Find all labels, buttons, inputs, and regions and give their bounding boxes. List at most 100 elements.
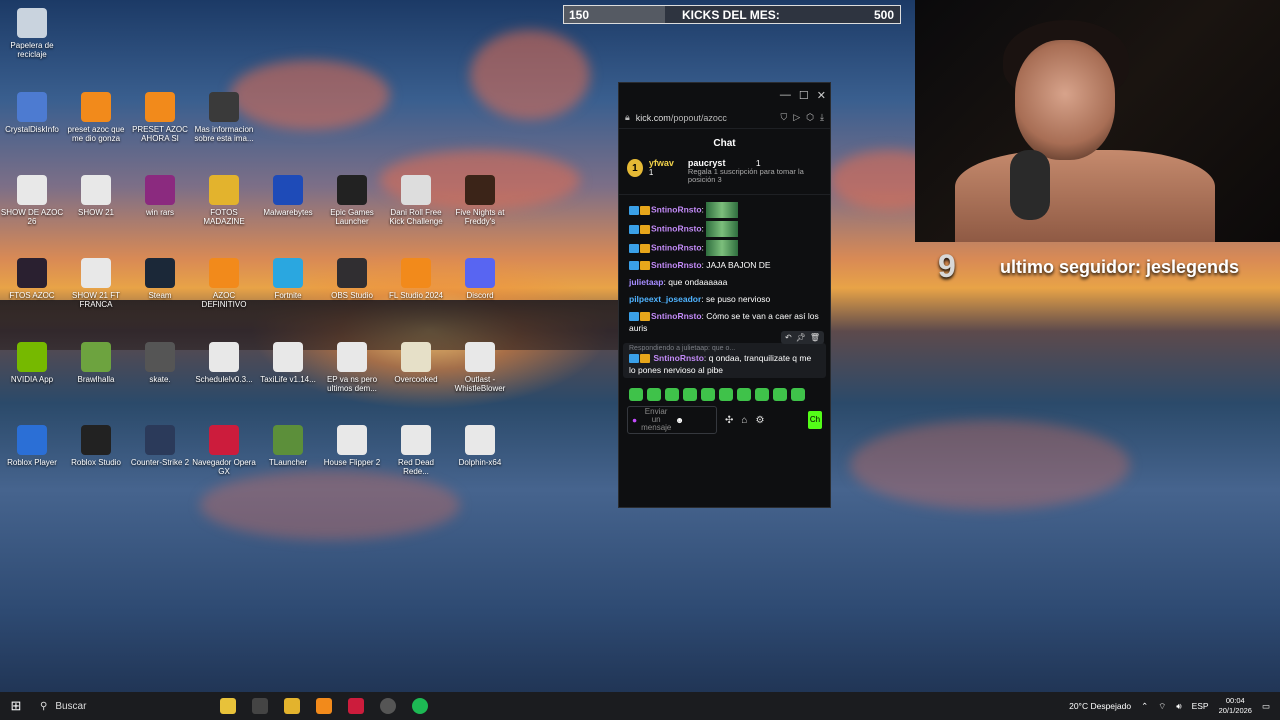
emote-icon[interactable] — [791, 388, 805, 401]
chat-username[interactable]: SntinoRnsto — [651, 260, 702, 270]
windows-start-icon[interactable]: ⊞ — [0, 698, 32, 714]
emote-icon[interactable] — [701, 388, 715, 401]
emote-icon[interactable] — [683, 388, 697, 401]
desktop-shortcut[interactable]: CrystalDiskInfo — [0, 92, 64, 134]
desktop-shortcut[interactable]: OBS Studio — [320, 258, 384, 300]
emote-icon[interactable] — [665, 388, 679, 401]
desktop-shortcut[interactable]: Papelera de reciclaje — [0, 8, 64, 59]
chat-username[interactable]: SntinoRnsto — [651, 242, 702, 252]
desktop-shortcut[interactable]: FL Studio 2024 — [384, 258, 448, 300]
desktop-shortcut[interactable]: Outlast - WhistleBlower — [448, 342, 512, 393]
desktop-shortcut[interactable]: FTOS AZOC — [0, 258, 64, 300]
emote-icon[interactable] — [629, 388, 643, 401]
chat-input[interactable]: ● Enviar un mensaje ☻ — [627, 406, 717, 434]
desktop-shortcut[interactable]: Malwarebytes — [256, 175, 320, 217]
chat-username[interactable]: SntinoRnsto — [651, 204, 702, 214]
mic-icon[interactable]: ● — [632, 415, 637, 425]
desktop-shortcut[interactable]: Discord — [448, 258, 512, 300]
desktop-shortcut[interactable]: SHOW 21 FT FRANCA — [64, 258, 128, 309]
desktop-shortcut-label: House Flipper 2 — [323, 458, 381, 467]
desktop-shortcut[interactable]: Roblox Studio — [64, 425, 128, 467]
chat-message[interactable]: pilpeext_joseador: se puso nervioso — [629, 293, 820, 307]
volume-icon[interactable]: 🔊︎ — [1176, 701, 1181, 712]
desktop-shortcut[interactable]: SHOW DE AZOC 26 — [0, 175, 64, 226]
taskbar-search[interactable]: ⚲ Buscar — [32, 695, 212, 717]
emote-icon[interactable] — [737, 388, 751, 401]
desktop-shortcut[interactable]: TLauncher — [256, 425, 320, 467]
desktop-shortcut[interactable]: EP va ns pero ultimos dem... — [320, 342, 384, 393]
language-indicator[interactable]: ESP — [1192, 701, 1209, 711]
opera-gx-icon[interactable] — [340, 694, 372, 718]
desktop-shortcut[interactable]: TaxiLife v1.14... — [256, 342, 320, 384]
chat-username[interactable]: SntinoRnsto — [653, 353, 704, 363]
play-icon[interactable]: ▷ — [793, 112, 800, 123]
pin-icon[interactable]: 📌︎ — [796, 333, 806, 342]
gifter-name[interactable]: yfwav — [649, 158, 674, 168]
desktop-shortcut[interactable]: NVIDIA App — [0, 342, 64, 384]
desktop-shortcut[interactable]: Dolphin-x64 — [448, 425, 512, 467]
desktop-shortcut[interactable]: Counter-Strike 2 — [128, 425, 192, 467]
extensions-icon[interactable]: ⬡ — [806, 112, 814, 123]
weather-widget[interactable]: 20°C Despejado — [1069, 701, 1131, 711]
chat-message[interactable]: SntinoRnsto: — [629, 202, 820, 218]
emote-icon[interactable] — [647, 388, 661, 401]
notifications-icon[interactable]: ▭ — [1262, 701, 1270, 712]
fl-studio-icon[interactable] — [308, 694, 340, 718]
chat-message[interactable]: julietaap: que ondaaaaaa — [629, 276, 820, 290]
close-icon[interactable]: ✕ — [817, 89, 826, 102]
store-icon[interactable]: ⌂ — [741, 415, 747, 426]
file-explorer-icon[interactable] — [276, 694, 308, 718]
desktop-shortcut[interactable]: Navegador Opera GX — [192, 425, 256, 476]
desktop-shortcut[interactable]: Fortnite — [256, 258, 320, 300]
minimize-icon[interactable]: — — [780, 89, 791, 101]
desktop-shortcut[interactable]: Steam — [128, 258, 192, 300]
desktop-shortcut[interactable]: ScheduleIv0.3... — [192, 342, 256, 384]
delete-icon[interactable]: 🗑︎ — [810, 333, 820, 342]
download-icon[interactable]: ⤓ — [820, 112, 824, 123]
reply-icon[interactable]: ↶ — [785, 333, 792, 342]
desktop-shortcut[interactable]: FOTOS MADAZINE — [192, 175, 256, 226]
desktop-shortcut[interactable]: SHOW 21 — [64, 175, 128, 217]
skate-icon — [145, 342, 175, 372]
gift-icon[interactable]: ✣ — [725, 415, 733, 426]
hovered-message[interactable]: ↶ 📌︎ 🗑︎ Respondiendo a julietaap: que o.… — [623, 331, 826, 378]
chat-message[interactable]: SntinoRnsto: JAJA BAJON DE — [629, 259, 820, 273]
desktop-shortcut[interactable]: Brawlhalla — [64, 342, 128, 384]
chat-username[interactable]: julietaap — [629, 277, 663, 287]
desktop-shortcut[interactable]: win rars — [128, 175, 192, 217]
chat-username[interactable]: SntinoRnsto — [651, 223, 702, 233]
chat-username[interactable]: pilpeext_joseador — [629, 294, 701, 304]
desktop-shortcut[interactable]: AZOC DEFINITIVO — [192, 258, 256, 309]
emote-icon[interactable] — [773, 388, 787, 401]
obs-icon[interactable] — [372, 694, 404, 718]
network-icon[interactable]: ⌔ — [1158, 701, 1166, 712]
url-text[interactable]: kick.com/popout/azocc — [636, 113, 775, 123]
chat-message[interactable]: SntinoRnsto: — [629, 240, 820, 256]
desktop-shortcut[interactable]: preset azoc que me dio gonza — [64, 92, 128, 143]
message-actions: ↶ 📌︎ 🗑︎ — [780, 331, 824, 344]
desktop-shortcut[interactable]: Dani Roll Free Kick Challenge — [384, 175, 448, 226]
desktop-shortcut[interactable]: Red Dead Rede... — [384, 425, 448, 476]
settings-icon[interactable]: ⚙ — [755, 415, 764, 426]
shield-icon[interactable]: ⛉ — [780, 112, 787, 123]
task-view-icon[interactable] — [244, 694, 276, 718]
desktop-shortcut[interactable]: skate. — [128, 342, 192, 384]
desktop-shortcut[interactable]: PRESET AZOC AHORA SI — [128, 92, 192, 143]
clock[interactable]: 00:04 20/1/2026 — [1219, 696, 1252, 716]
desktop-shortcut[interactable]: Roblox Player — [0, 425, 64, 467]
desktop-shortcut[interactable]: Five Nights at Freddy's — [448, 175, 512, 226]
emote-picker-icon[interactable]: ☻ — [675, 415, 684, 425]
desktop-shortcut[interactable]: Mas informacion sobre esta ima... — [192, 92, 256, 143]
emote-icon[interactable] — [719, 388, 733, 401]
desktop-shortcut[interactable]: Overcooked — [384, 342, 448, 384]
emote-icon[interactable] — [755, 388, 769, 401]
desktop-shortcut[interactable]: House Flipper 2 — [320, 425, 384, 467]
chat-username[interactable]: SntinoRnsto — [651, 311, 702, 321]
tray-chevron-icon[interactable]: ⌃ — [1141, 701, 1148, 712]
send-button[interactable]: Ch — [808, 411, 822, 429]
copilot-icon[interactable] — [212, 694, 244, 718]
spotify-icon[interactable] — [404, 694, 436, 718]
desktop-shortcut[interactable]: Epic Games Launcher — [320, 175, 384, 226]
maximize-icon[interactable]: ☐ — [799, 89, 809, 102]
chat-message[interactable]: SntinoRnsto: — [629, 221, 820, 237]
